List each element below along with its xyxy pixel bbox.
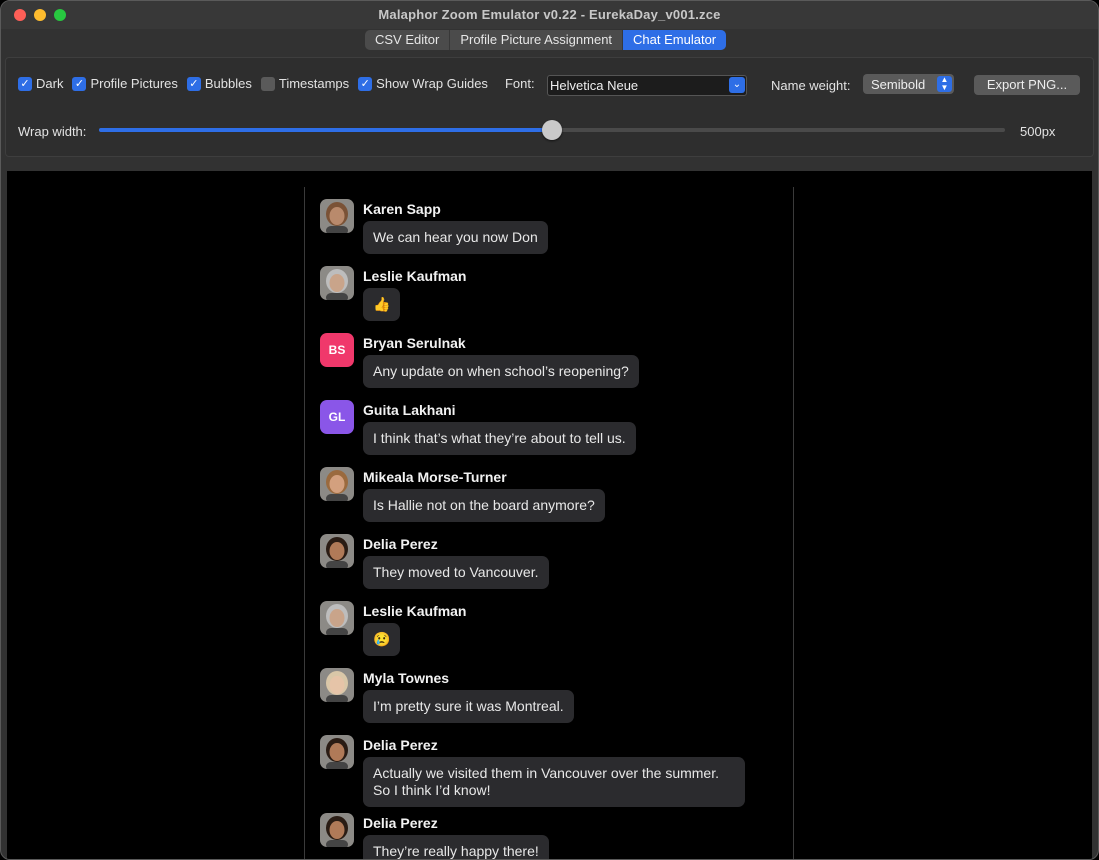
- avatar-initials: BS: [320, 333, 354, 367]
- profile-pictures-checkbox[interactable]: ✓ Profile Pictures: [72, 76, 178, 91]
- tab-csv-editor[interactable]: CSV Editor: [365, 30, 451, 50]
- checkbox-label: Dark: [36, 76, 64, 91]
- dark-checkbox[interactable]: ✓ Dark: [18, 76, 63, 91]
- message-bubble: We can hear you now Don: [363, 221, 548, 254]
- message-list: Karen Sapp We can hear you now Don Leslie …: [320, 199, 780, 859]
- chat-message: Delia Perez They moved to Vancouver.: [320, 534, 780, 601]
- export-png-button[interactable]: Export PNG...: [974, 75, 1080, 95]
- unchecked-box-icon: [260, 76, 275, 91]
- avatar-photo: [320, 199, 354, 233]
- avatar-photo: [320, 534, 354, 568]
- up-down-arrows-icon: ▲ ▼: [937, 76, 952, 92]
- sender-name: Myla Townes: [363, 670, 450, 686]
- avatar-photo: [320, 735, 354, 769]
- checkmark-icon: ✓: [72, 76, 87, 91]
- wrap-width-value: 500px: [1020, 124, 1056, 139]
- slider-knob[interactable]: [542, 120, 562, 140]
- sender-name: Delia Perez: [363, 815, 438, 831]
- checkmark-icon: ✓: [18, 76, 32, 91]
- avatar-photo: [320, 601, 354, 635]
- chat-message: Delia Perez They’re really happy there!: [320, 813, 780, 859]
- wrap-width-slider[interactable]: [99, 120, 1005, 140]
- avatar-photo: [320, 266, 354, 300]
- chat-message: Mikeala Morse-Turner Is Hallie not on the…: [320, 467, 780, 534]
- options-panel: ✓ Dark ✓ Profile Pictures ✓ Bubbles Timesta…: [5, 57, 1094, 157]
- name-weight-label: Name weight:: [771, 78, 851, 93]
- font-value: Helvetica Neue: [550, 78, 639, 93]
- name-weight-popup[interactable]: Semibold ▲ ▼: [863, 74, 954, 94]
- avatar-initials: GL: [320, 400, 354, 434]
- sender-name: Leslie Kaufman: [363, 268, 467, 284]
- font-combo-box[interactable]: Helvetica Neue ⌄: [547, 75, 747, 96]
- chat-message: GL Guita Lakhani I think that’s what they’…: [320, 400, 780, 467]
- chat-message: BS Bryan Serulnak Any update on when schoo…: [320, 333, 780, 400]
- message-bubble: I’m pretty sure it was Montreal.: [363, 690, 574, 723]
- avatar-photo: [320, 668, 354, 702]
- message-bubble: 😢: [363, 623, 401, 656]
- checkbox-label: Profile Pictures: [90, 76, 178, 91]
- sender-name: Delia Perez: [363, 737, 438, 753]
- wrap-guide-right: [793, 187, 794, 859]
- checkmark-icon: ✓: [186, 76, 201, 91]
- chat-message: Leslie Kaufman 😢: [320, 601, 780, 668]
- chat-message: Delia Perez Actually we visited them in V…: [320, 735, 780, 813]
- checkbox-row: ✓ Dark ✓ Profile Pictures ✓ Bubbles Timesta…: [18, 76, 535, 91]
- wrap-width-label: Wrap width:: [18, 124, 87, 139]
- avatar-photo: [320, 813, 354, 847]
- checkbox-label: Bubbles: [204, 76, 252, 91]
- chat-message: Myla Townes I’m pretty sure it was Montre…: [320, 668, 780, 735]
- avatar-photo: [320, 467, 354, 501]
- chevron-down-icon[interactable]: ⌄: [729, 77, 745, 93]
- tab-profile-picture-assignment[interactable]: Profile Picture Assignment: [450, 30, 624, 50]
- show-wrap-guides-checkbox[interactable]: ✓ Show Wrap Guides: [358, 76, 488, 91]
- chat-message: Karen Sapp We can hear you now Don: [320, 199, 780, 266]
- font-label: Font:: [504, 76, 535, 91]
- bubbles-checkbox[interactable]: ✓ Bubbles: [186, 76, 252, 91]
- message-bubble: Is Hallie not on the board anymore?: [363, 489, 605, 522]
- checkbox-label: Show Wrap Guides: [376, 76, 488, 91]
- slider-fill: [99, 128, 552, 132]
- sender-name: Karen Sapp: [363, 201, 441, 217]
- sender-name: Bryan Serulnak: [363, 335, 466, 351]
- title-bar: Malaphor Zoom Emulator v0.22 - EurekaDay…: [1, 1, 1098, 29]
- message-bubble: They moved to Vancouver.: [363, 556, 549, 589]
- chat-preview-canvas: Karen Sapp We can hear you now Don Leslie …: [7, 171, 1092, 859]
- chat-message: Leslie Kaufman 👍: [320, 266, 780, 333]
- tab-bar: CSV Editor Profile Picture Assignment Ch…: [365, 30, 727, 50]
- message-bubble: 👍: [363, 288, 401, 321]
- checkbox-label: Timestamps: [278, 76, 350, 91]
- timestamps-checkbox[interactable]: Timestamps: [260, 76, 350, 91]
- tab-chat-emulator[interactable]: Chat Emulator: [623, 30, 727, 50]
- wrap-guide-left: [304, 187, 305, 859]
- sender-name: Mikeala Morse-Turner: [363, 469, 507, 485]
- window-title: Malaphor Zoom Emulator v0.22 - EurekaDay…: [378, 7, 721, 22]
- sender-name: Guita Lakhani: [363, 402, 456, 418]
- message-bubble: Any update on when school’s reopening?: [363, 355, 639, 388]
- sender-name: Leslie Kaufman: [363, 603, 467, 619]
- name-weight-value: Semibold: [871, 77, 926, 92]
- checkmark-icon: ✓: [358, 76, 373, 91]
- message-bubble: Actually we visited them in Vancouver ov…: [363, 757, 745, 807]
- sender-name: Delia Perez: [363, 536, 438, 552]
- app-window: Malaphor Zoom Emulator v0.22 - EurekaDay…: [0, 0, 1099, 860]
- message-bubble: They’re really happy there!: [363, 835, 549, 859]
- message-bubble: I think that’s what they’re about to tel…: [363, 422, 636, 455]
